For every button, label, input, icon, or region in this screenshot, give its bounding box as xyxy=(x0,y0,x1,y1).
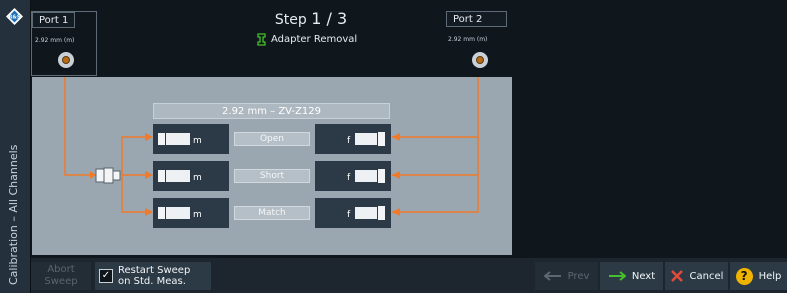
svg-text:f: f xyxy=(347,136,351,146)
standard-open-label: Open xyxy=(234,132,310,146)
port-1-connector-icon xyxy=(58,52,74,68)
rohde-schwarz-logo-icon: R&S xyxy=(6,8,23,25)
female-connector-icon: f xyxy=(347,169,385,183)
sidebar: R&S Calibration – All Channels xyxy=(0,0,31,293)
adapter-icon xyxy=(257,33,266,46)
standard-short-label: Short xyxy=(234,169,310,183)
match-male-standard: m xyxy=(153,198,229,228)
help-icon: ? xyxy=(735,267,753,285)
male-connector-icon: m xyxy=(158,133,202,146)
sidebar-title: Calibration – All Channels xyxy=(7,144,20,285)
match-female-standard: f xyxy=(315,198,391,228)
male-connector-icon: m xyxy=(158,207,202,220)
restart-sweep-checkbox[interactable]: ✓ Restart Sweep on Std. Meas. xyxy=(95,262,211,290)
close-icon xyxy=(670,270,683,282)
female-connector-icon: f xyxy=(347,206,385,220)
step-subtitle: Adapter Removal xyxy=(256,33,357,46)
open-female-standard: f xyxy=(315,124,391,154)
arrow-right-icon xyxy=(608,271,626,281)
port-2-label: Port 2 xyxy=(446,11,507,27)
port-1-panel: Port 1 2.92 mm (m) xyxy=(31,11,97,76)
standard-match-label: Match xyxy=(234,206,310,220)
prev-button[interactable]: Prev xyxy=(535,262,598,290)
connection-lines xyxy=(64,77,479,216)
svg-text:m: m xyxy=(193,173,202,183)
male-connector-icon: m xyxy=(158,170,202,183)
svg-text:f: f xyxy=(347,173,351,183)
open-male-standard: m xyxy=(153,124,229,154)
svg-text:m: m xyxy=(193,136,202,146)
port-2-connector-icon xyxy=(472,52,488,68)
next-button[interactable]: Next xyxy=(600,262,663,290)
port-2-size: 2.92 mm (m) xyxy=(448,36,488,43)
port-2-panel: Port 2 2.92 mm (m) xyxy=(446,11,509,74)
checkmark-icon[interactable]: ✓ xyxy=(99,269,113,283)
svg-text:f: f xyxy=(347,210,351,220)
help-button[interactable]: ? Help xyxy=(730,262,787,290)
svg-text:m: m xyxy=(193,210,202,220)
port-1-label: Port 1 xyxy=(32,12,76,28)
bottom-toolbar: Abort Sweep ✓ Restart Sweep on Std. Meas. … xyxy=(31,258,787,293)
arrow-left-icon xyxy=(543,271,561,281)
adapter-connector-icon xyxy=(95,167,121,184)
short-female-standard: f xyxy=(315,161,391,191)
step-title: Step 1 / 3 xyxy=(274,9,348,28)
svg-text:R&S: R&S xyxy=(8,15,20,21)
port-1-size: 2.92 mm (m) xyxy=(35,37,75,44)
abort-sweep-button[interactable]: Abort Sweep xyxy=(31,262,91,290)
calibration-diagram: 2.92 mm – ZV-Z129 m m m Open Short Match… xyxy=(32,77,512,255)
cancel-button[interactable]: Cancel xyxy=(665,262,728,290)
short-male-standard: m xyxy=(153,161,229,191)
female-connector-icon: f xyxy=(347,132,385,146)
